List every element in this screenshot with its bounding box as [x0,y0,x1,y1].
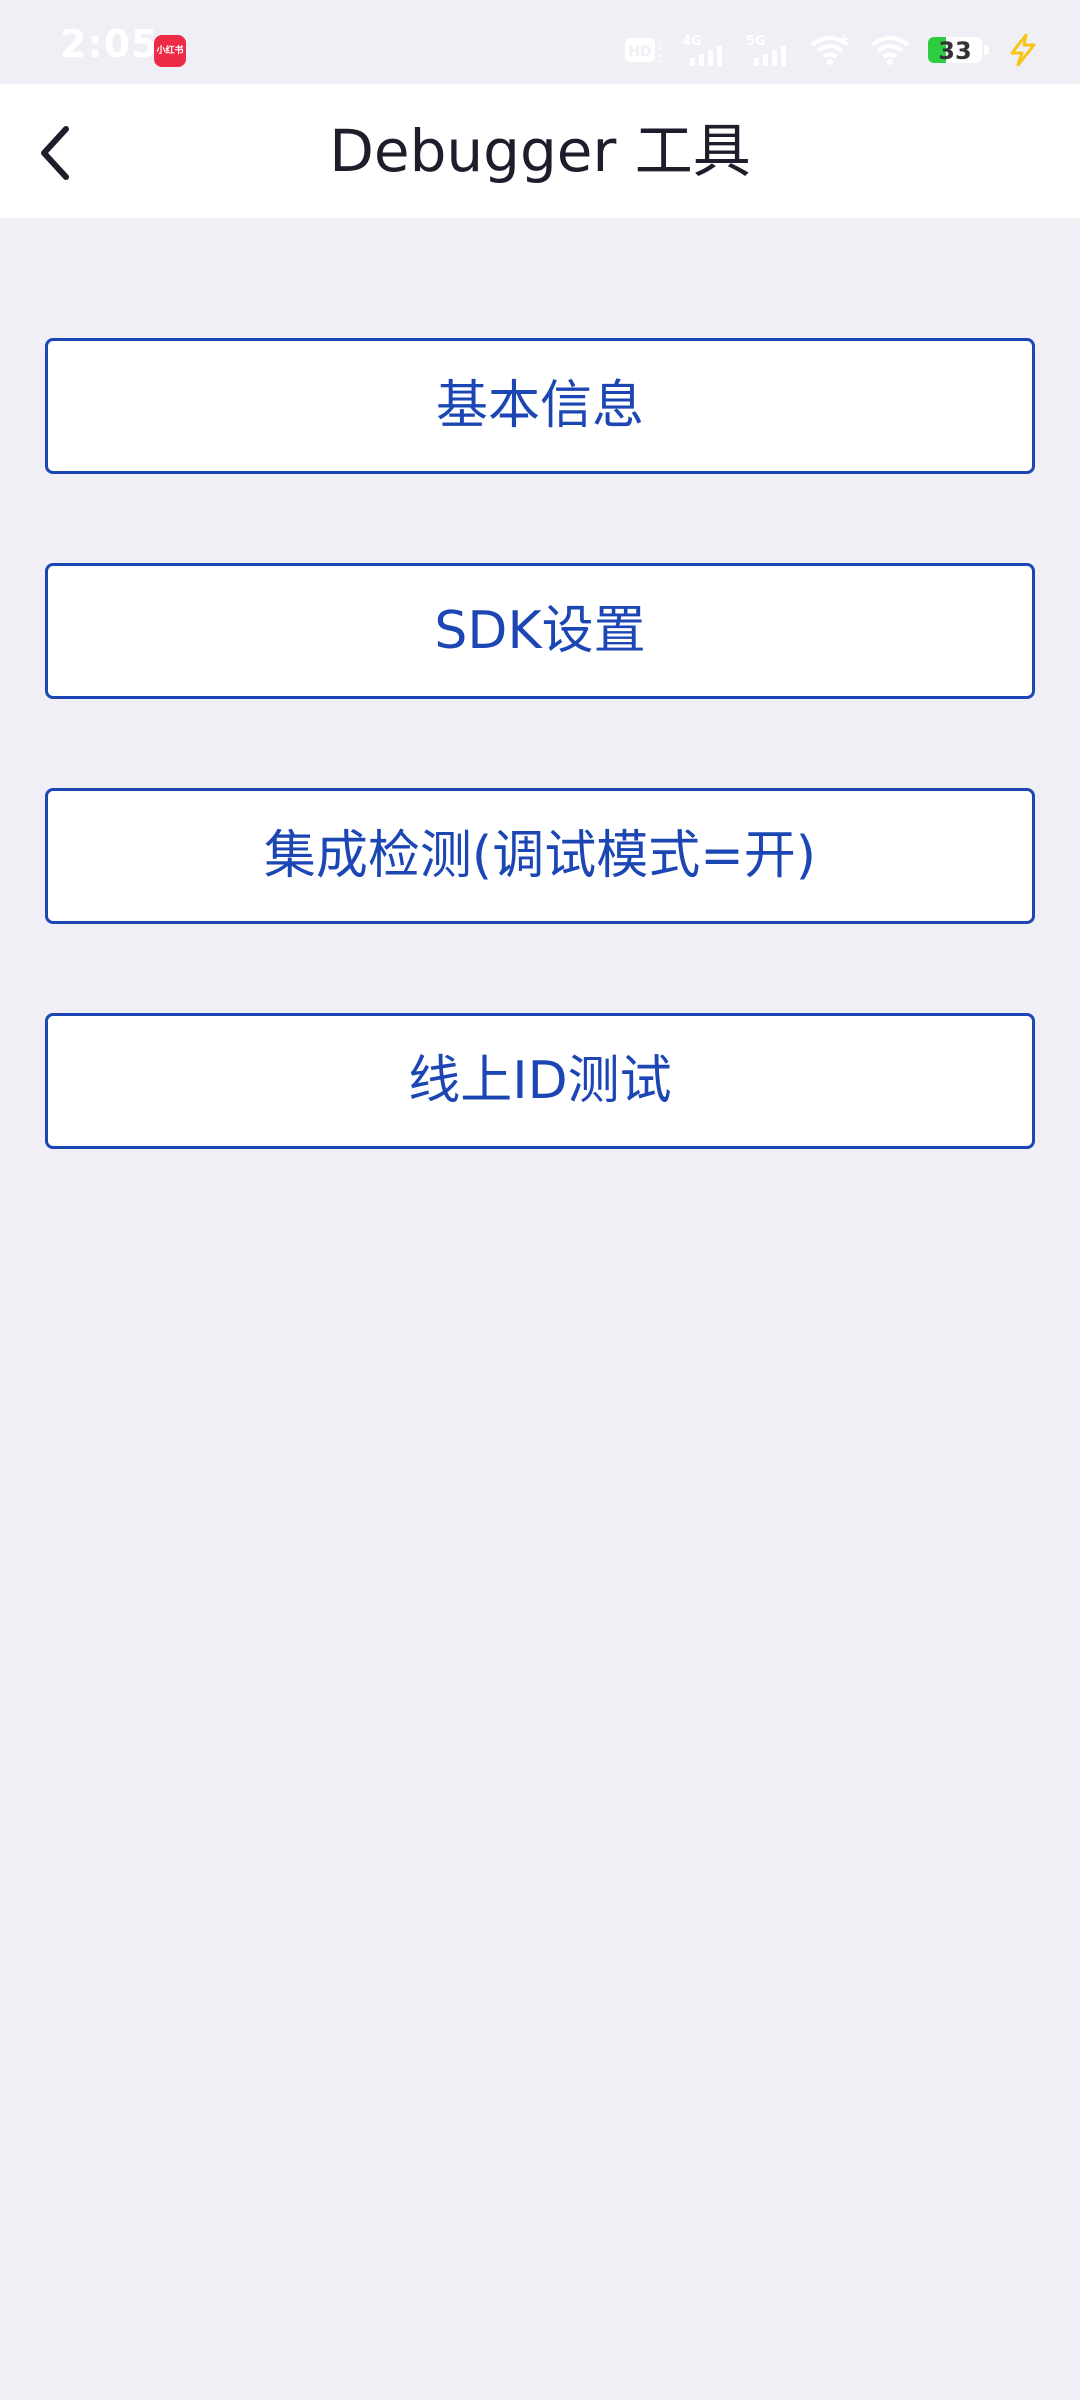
wifi-icon [868,33,912,67]
page-title: Debugger 工具 [329,117,751,185]
app-header: Debugger 工具 [0,84,1080,218]
battery-icon: 33 [928,35,990,65]
hd-icon: HD 1 2 [624,34,664,66]
back-button[interactable] [20,117,92,189]
signal-5g-icon: 5G [744,32,792,68]
network-4g-label: 4G [682,34,702,49]
status-icons: HD 1 2 4G 5G 33 [624,28,1040,72]
app-notification-icon: 小红书 [154,35,186,67]
chevron-left-icon [41,126,69,180]
status-time: 2:05 [60,22,159,66]
online-id-test-button[interactable]: 线上ID测试 [45,1013,1035,1149]
signal-4g-icon: 4G [680,32,728,68]
sdk-settings-button[interactable]: SDK设置 [45,563,1035,699]
charging-icon [1006,33,1040,67]
battery-level: 33 [938,37,972,65]
network-5g-label: 5G [746,34,766,49]
wifi-plus-icon [808,33,852,67]
hd-label: HD [628,44,651,60]
debug-menu: 基本信息 SDK设置 集成检测(调试模式=开) 线上ID测试 [45,338,1035,1238]
svg-text:2: 2 [657,54,663,65]
svg-text:1: 1 [657,42,663,53]
integration-check-button[interactable]: 集成检测(调试模式=开) [45,788,1035,924]
status-bar: 2:05 小红书 HD 1 2 4G 5G 33 [0,0,1080,84]
basic-info-button[interactable]: 基本信息 [45,338,1035,474]
